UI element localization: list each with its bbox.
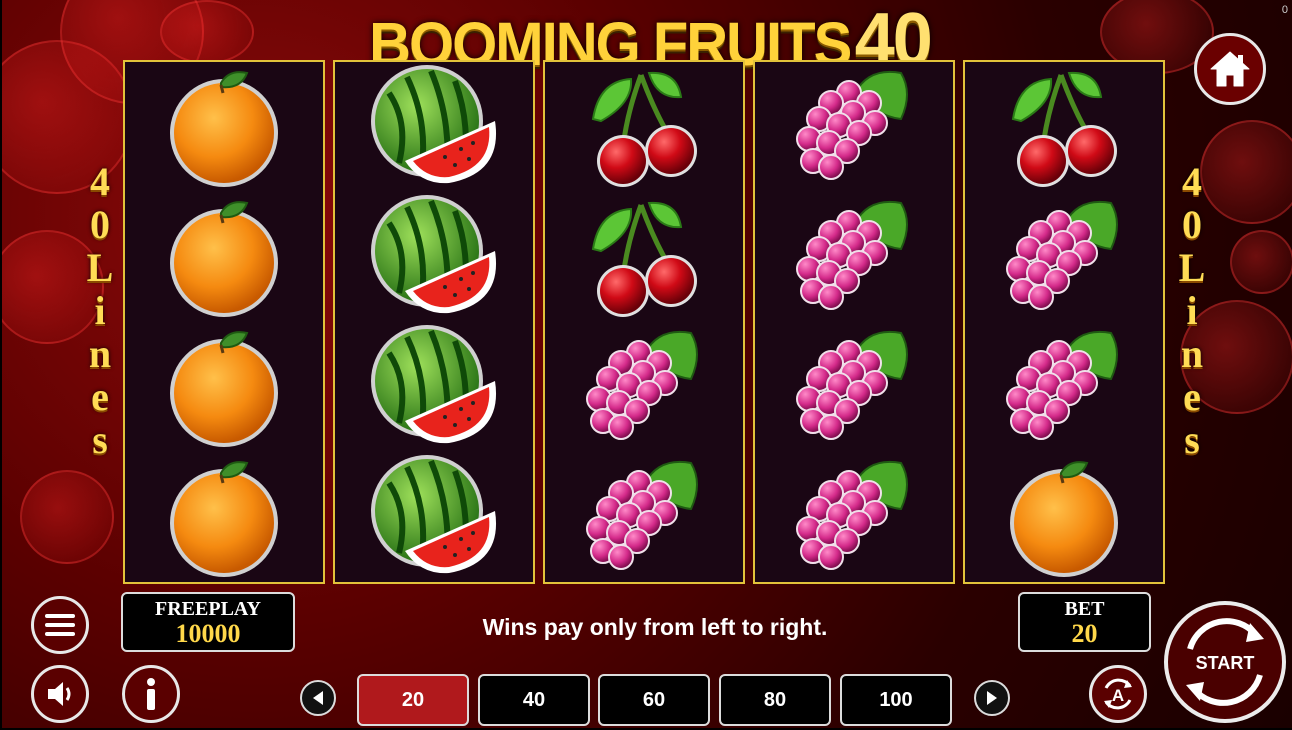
grapes-symbol <box>755 322 953 450</box>
lines-option-100[interactable]: 100 <box>840 674 952 726</box>
reel-area <box>123 60 1169 586</box>
start-button[interactable]: START <box>1164 601 1286 723</box>
lines-label-right: 40Lines <box>1178 159 1206 462</box>
menu-button[interactable] <box>31 596 89 654</box>
orange-symbol <box>965 452 1163 580</box>
grapes-symbol <box>965 322 1163 450</box>
autoplay-icon: A <box>1104 678 1132 710</box>
bg-bubble <box>1230 230 1292 294</box>
arrow-right-icon <box>987 691 997 705</box>
info-icon <box>147 678 155 710</box>
svg-text:A: A <box>1112 686 1124 705</box>
lines-option-20[interactable]: 20 <box>357 674 469 726</box>
cherry-symbol <box>965 62 1163 190</box>
bg-bubble <box>20 470 114 564</box>
grapes-symbol <box>545 322 743 450</box>
lines-label-left: 40Lines <box>86 159 114 462</box>
cherry-symbol <box>545 62 743 190</box>
watermelon-symbol <box>335 62 533 190</box>
reel-3 <box>543 60 745 584</box>
orange-symbol <box>125 192 323 320</box>
win-rule-message: Wins pay only from left to right. <box>482 614 828 640</box>
orange-symbol <box>125 322 323 450</box>
lines-next-button[interactable] <box>974 680 1010 716</box>
bet-value: 20 <box>1071 619 1098 648</box>
watermelon-symbol <box>335 322 533 450</box>
reel-5 <box>963 60 1165 584</box>
bet-panel[interactable]: BET 20 <box>1018 592 1151 652</box>
reel-1 <box>123 60 325 584</box>
cherry-symbol <box>545 192 743 320</box>
autoplay-button[interactable]: A <box>1089 665 1147 723</box>
lines-option-80[interactable]: 80 <box>719 674 831 726</box>
lines-prev-button[interactable] <box>300 680 336 716</box>
bet-label: BET <box>1064 598 1105 620</box>
bg-bubble <box>1200 120 1292 224</box>
grapes-symbol <box>545 452 743 580</box>
start-label: START <box>1195 653 1255 673</box>
grapes-symbol <box>755 62 953 190</box>
reel-4 <box>753 60 955 584</box>
menu-icon <box>45 614 75 636</box>
home-button[interactable] <box>1194 33 1266 105</box>
freeplay-value: 10000 <box>175 619 241 648</box>
bg-bubble <box>160 0 254 64</box>
corner-counter: 0 <box>1281 4 1288 16</box>
info-button[interactable] <box>122 665 180 723</box>
home-icon <box>1210 51 1250 87</box>
grapes-symbol <box>755 192 953 320</box>
grapes-symbol <box>965 192 1163 320</box>
watermelon-symbol <box>335 452 533 580</box>
freeplay-panel: FREEPLAY 10000 <box>121 592 295 652</box>
sound-icon <box>48 682 71 706</box>
sound-button[interactable] <box>31 665 89 723</box>
reel-2 <box>333 60 535 584</box>
orange-symbol <box>125 62 323 190</box>
lines-option-60[interactable]: 60 <box>598 674 710 726</box>
freeplay-label: FREEPLAY <box>155 598 261 620</box>
grapes-symbol <box>755 452 953 580</box>
orange-symbol <box>125 452 323 580</box>
lines-option-40[interactable]: 40 <box>478 674 590 726</box>
watermelon-symbol <box>335 192 533 320</box>
arrow-left-icon <box>313 691 323 705</box>
